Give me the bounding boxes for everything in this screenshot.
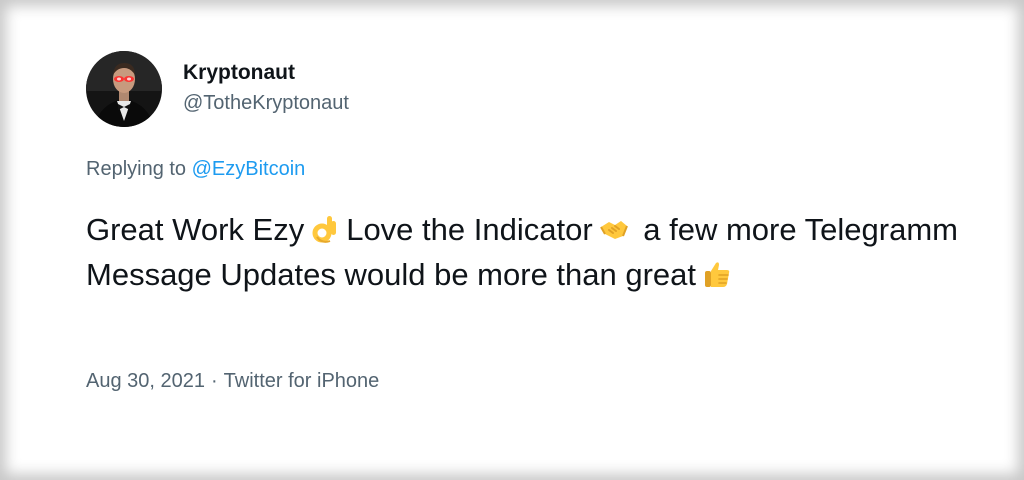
avatar[interactable] (86, 51, 162, 127)
thumbs-up-emoji-icon (702, 259, 732, 289)
tweet-text-segment: Great Work Ezy (86, 212, 305, 247)
replying-to: Replying to @EzyBitcoin (86, 158, 305, 181)
handshake-emoji-icon (599, 214, 629, 244)
tweet-source-link[interactable]: Twitter for iPhone (224, 370, 380, 392)
avatar-image (86, 51, 162, 127)
reply-mention-link[interactable]: @EzyBitcoin (192, 158, 306, 180)
author-display-name[interactable]: Kryptonaut (183, 61, 295, 85)
tweet-text-segment: Love the Indicator (346, 212, 593, 247)
tweet-text: Great Work Ezy Love the Indicator a few m… (86, 207, 986, 297)
ok-hand-emoji-icon (310, 214, 340, 244)
tweet-date-link[interactable]: Aug 30, 2021 (86, 370, 205, 392)
replying-to-label: Replying to (86, 158, 187, 180)
tweet-meta: Aug 30, 2021 · Twitter for iPhone (86, 370, 379, 393)
meta-separator: · (211, 370, 218, 392)
tweet-card: Kryptonaut @TotheKryptonaut Replying to … (0, 0, 1024, 480)
author-handle[interactable]: @TotheKryptonaut (183, 92, 349, 115)
